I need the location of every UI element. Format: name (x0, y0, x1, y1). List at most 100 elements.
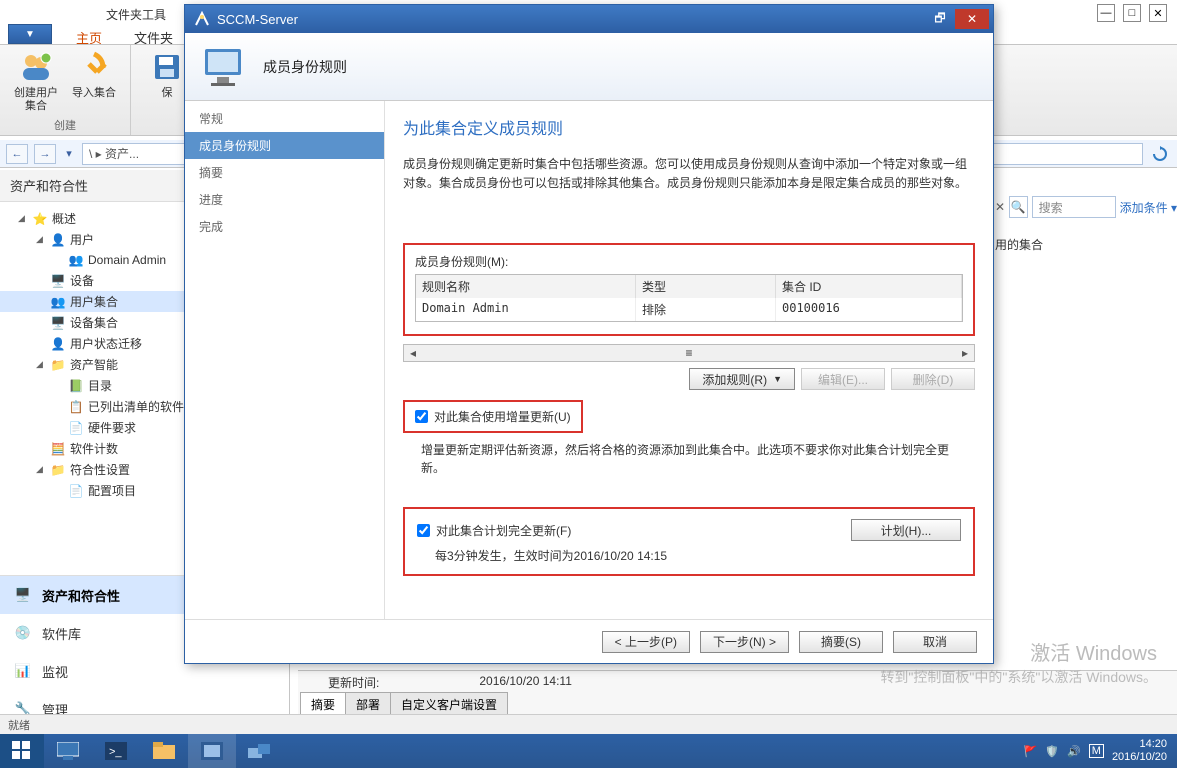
maximize-icon[interactable]: □ (1123, 4, 1141, 22)
rules-section: 成员身份规则(M): 规则名称 类型 集合 ID Domain Admin 排除… (403, 243, 975, 336)
migration-icon: 👤 (50, 336, 66, 352)
nav-history-dropdown[interactable]: ▾ (62, 144, 76, 164)
edit-rule-button[interactable]: 编辑(E)... (801, 368, 885, 390)
full-update-checkbox[interactable]: 对此集合计划完全更新(F) (417, 522, 571, 539)
dialog-titlebar[interactable]: SCCM-Server 🗗 ✕ (185, 5, 993, 33)
taskbar-powershell[interactable]: >_ (92, 734, 140, 768)
dialog-restore-button[interactable]: 🗗 (925, 9, 955, 29)
banner-title: 成员身份规则 (263, 57, 347, 77)
taskbar-app[interactable] (236, 734, 284, 768)
detail-pane: 更新时间: 2016/10/20 14:11 摘要 部署 自定义客户端设置 (298, 670, 1177, 716)
tray-clock[interactable]: 14:20 2016/10/20 (1112, 738, 1167, 764)
column-limited-collection: 用的集合 (995, 236, 1043, 253)
save-icon (149, 49, 185, 85)
bg-window-controls: — □ ✕ (1087, 0, 1177, 26)
catalog-icon: 📗 (68, 378, 84, 394)
detail-tab-summary[interactable]: 摘要 (300, 692, 346, 716)
status-bar: 就绪 (0, 714, 1177, 734)
page-title: 为此集合定义成员规则 (403, 115, 975, 139)
schedule-button[interactable]: 计划(H)... (851, 519, 961, 541)
incremental-checkbox[interactable]: 对此集合使用增量更新(U) (415, 408, 571, 425)
svg-text:>_: >_ (109, 746, 122, 758)
wizard-nav-summary[interactable]: 摘要 (185, 159, 384, 186)
refresh-icon[interactable] (1149, 144, 1171, 164)
search-area: ✕ 🔍 搜索 添加条件 ▾ (995, 196, 1177, 218)
app-menu-button[interactable]: ▼ (8, 24, 52, 44)
scroll-thumb[interactable]: ≡ (422, 346, 956, 360)
ribbon-group-label: 创建 (54, 117, 76, 133)
wizard-nav-complete[interactable]: 完成 (185, 213, 384, 240)
list-icon: 📋 (68, 399, 84, 415)
wizard-nav: 常规 成员身份规则 摘要 进度 完成 (185, 101, 385, 619)
wizard-nav-general[interactable]: 常规 (185, 105, 384, 132)
schedule-text: 每3分钟发生，生效时间为2016/10/20 14:15 (435, 547, 961, 564)
col-rule-name[interactable]: 规则名称 (416, 275, 636, 298)
cancel-button[interactable]: 取消 (893, 631, 977, 653)
user-collection-icon: 👥 (50, 294, 66, 310)
delete-rule-button[interactable]: 删除(D) (891, 368, 975, 390)
device-collection-icon: 🖥️ (50, 315, 66, 331)
update-time-label: 更新时间: (328, 674, 379, 691)
col-rule-type[interactable]: 类型 (636, 275, 776, 298)
tray-shield-icon[interactable]: 🛡️ (1045, 745, 1059, 758)
nav-forward-button[interactable]: → (34, 144, 56, 164)
user-icon: 👤 (50, 232, 66, 248)
dialog-close-button[interactable]: ✕ (955, 9, 989, 29)
update-time-value: 2016/10/20 14:11 (479, 674, 572, 691)
scroll-right-icon[interactable]: ▸ (956, 346, 974, 360)
dialog-banner: 成员身份规则 (185, 33, 993, 101)
tray-volume-icon[interactable]: 🔊 (1067, 745, 1081, 758)
taskbar-explorer[interactable] (140, 734, 188, 768)
create-user-collection-button[interactable]: 创建用户集合 (10, 49, 62, 113)
detail-tab-custom[interactable]: 自定义客户端设置 (390, 692, 508, 716)
software-icon: 💿 (12, 622, 34, 644)
search-input[interactable]: 搜索 (1032, 196, 1116, 218)
start-button[interactable] (0, 734, 44, 768)
horizontal-scrollbar[interactable]: ◂ ≡ ▸ (403, 344, 975, 362)
assets-icon: 🖥️ (12, 584, 34, 606)
add-condition-link[interactable]: 添加条件 ▾ (1120, 199, 1177, 216)
col-collection-id[interactable]: 集合 ID (776, 275, 962, 298)
taskbar-sccm[interactable] (188, 734, 236, 768)
wizard-main: 为此集合定义成员规则 成员身份规则确定更新时集合中包括哪些资源。您可以使用成员身… (385, 101, 993, 619)
scroll-left-icon[interactable]: ◂ (404, 346, 422, 360)
prev-button[interactable]: < 上一步(P) (602, 631, 690, 653)
next-button[interactable]: 下一步(N) > (700, 631, 789, 653)
table-row[interactable]: Domain Admin 排除 00100016 (416, 298, 962, 321)
tray-ime-icon[interactable]: M (1089, 744, 1104, 758)
search-icon[interactable]: 🔍 (1009, 196, 1028, 218)
taskbar-server-manager[interactable] (44, 734, 92, 768)
wizard-footer: < 上一步(P) 下一步(N) > 摘要(S) 取消 (185, 619, 993, 663)
monitor-icon (201, 43, 249, 91)
incremental-section: 对此集合使用增量更新(U) (403, 400, 583, 433)
rules-table[interactable]: 规则名称 类型 集合 ID Domain Admin 排除 00100016 (415, 274, 963, 322)
tray-flag-icon[interactable]: 🚩 (1024, 745, 1038, 758)
users-icon: 👥 (68, 252, 84, 268)
wizard-dialog: SCCM-Server 🗗 ✕ 成员身份规则 常规 成员身份规则 摘要 进度 完… (184, 4, 994, 664)
folder-icon: 📁 (50, 357, 66, 373)
device-icon: 🖥️ (50, 273, 66, 289)
nav-back-button[interactable]: ← (6, 144, 28, 164)
folder-icon: 📁 (50, 462, 66, 478)
add-rule-button[interactable]: 添加规则(R) (689, 368, 795, 390)
dialog-title: SCCM-Server (217, 12, 298, 27)
import-collection-button[interactable]: 导入集合 (68, 49, 120, 113)
dialog-title-icon (193, 10, 211, 28)
monitoring-icon: 📊 (12, 660, 34, 682)
metering-icon: 🧮 (50, 441, 66, 457)
users-icon (18, 49, 54, 85)
incremental-desc: 增量更新定期评估新资源，然后将合格的资源添加到此集合中。此选项不要求你对此集合计… (421, 441, 971, 477)
rules-label: 成员身份规则(M): (415, 253, 963, 270)
minimize-icon[interactable]: — (1097, 4, 1115, 22)
star-icon: ⭐ (32, 211, 48, 227)
system-tray: 🚩 🛡️ 🔊 M 14:20 2016/10/20 (1024, 738, 1177, 764)
config-icon: 📄 (68, 483, 84, 499)
hardware-icon: 📄 (68, 420, 84, 436)
import-icon (76, 49, 112, 85)
detail-tab-deploy[interactable]: 部署 (345, 692, 391, 716)
close-icon[interactable]: ✕ (1149, 4, 1167, 22)
rule-buttons: 添加规则(R) 编辑(E)... 删除(D) (403, 368, 975, 390)
summary-button[interactable]: 摘要(S) (799, 631, 883, 653)
wizard-nav-rules[interactable]: 成员身份规则 (185, 132, 384, 159)
wizard-nav-progress[interactable]: 进度 (185, 186, 384, 213)
